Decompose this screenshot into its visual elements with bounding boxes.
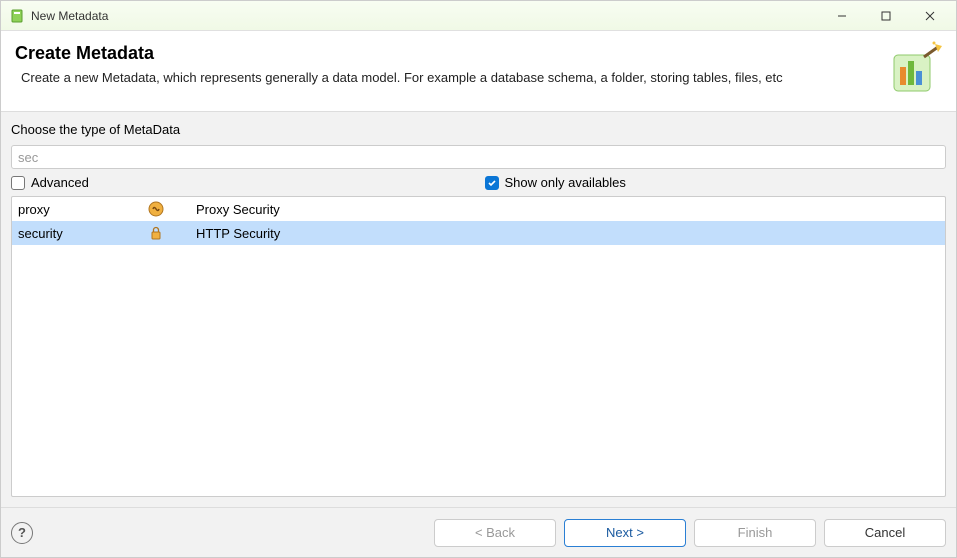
wizard-icon	[886, 41, 942, 97]
item-description: Proxy Security	[196, 202, 939, 217]
proxy-icon	[148, 201, 196, 217]
finish-button[interactable]: Finish	[694, 519, 816, 547]
list-item[interactable]: security HTTP Security	[12, 221, 945, 245]
help-button[interactable]: ?	[11, 522, 33, 544]
window-title: New Metadata	[31, 9, 820, 23]
maximize-button[interactable]	[864, 2, 908, 30]
next-button[interactable]: Next >	[564, 519, 686, 547]
page-description: Create a new Metadata, which represents …	[15, 70, 878, 85]
item-name: security	[18, 226, 148, 241]
cancel-button[interactable]: Cancel	[824, 519, 946, 547]
filter-input[interactable]	[11, 145, 946, 169]
header-text: Create Metadata Create a new Metadata, w…	[15, 41, 878, 85]
options-row: Advanced Show only availables	[11, 175, 946, 190]
section-label: Choose the type of MetaData	[11, 122, 946, 137]
wizard-header: Create Metadata Create a new Metadata, w…	[1, 31, 956, 112]
minimize-button[interactable]	[820, 2, 864, 30]
show-availables-label: Show only availables	[505, 175, 626, 190]
app-icon	[9, 8, 25, 24]
item-description: HTTP Security	[196, 226, 939, 241]
metadata-type-list[interactable]: proxy Proxy Security security HTTP Security	[11, 196, 946, 497]
wizard-body: Choose the type of MetaData Advanced Sho…	[1, 112, 956, 507]
item-name: proxy	[18, 202, 148, 217]
show-availables-checkbox[interactable]	[485, 176, 499, 190]
lock-icon	[148, 225, 196, 241]
advanced-checkbox[interactable]	[11, 176, 25, 190]
wizard-footer: ? < Back Next > Finish Cancel	[1, 507, 956, 557]
back-button[interactable]: < Back	[434, 519, 556, 547]
advanced-label: Advanced	[31, 175, 89, 190]
wizard-window: New Metadata Create Metadata Create a ne…	[0, 0, 957, 558]
list-item[interactable]: proxy Proxy Security	[12, 197, 945, 221]
page-title: Create Metadata	[15, 43, 878, 64]
window-controls	[820, 2, 952, 30]
close-button[interactable]	[908, 2, 952, 30]
titlebar: New Metadata	[1, 1, 956, 31]
